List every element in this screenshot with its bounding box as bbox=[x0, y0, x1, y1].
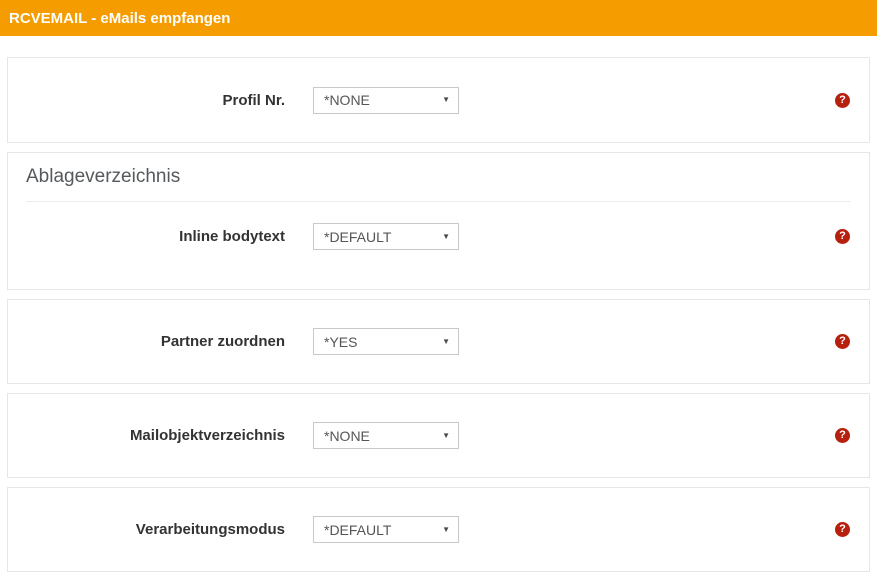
field-row-partner-zuordnen: Partner zuordnen *YES ▼ ? bbox=[8, 328, 869, 355]
partner-zuordnen-label: Partner zuordnen bbox=[8, 333, 285, 350]
partner-zuordnen-select[interactable]: *YES bbox=[313, 328, 459, 355]
panel-verarbeitungsmodus: Verarbeitungsmodus *DEFAULT ▼ ? bbox=[7, 487, 870, 572]
partner-zuordnen-select-wrap: *YES ▼ bbox=[313, 328, 459, 355]
section-title-ablageverzeichnis: Ablageverzeichnis bbox=[26, 166, 851, 202]
field-row-verarbeitungsmodus: Verarbeitungsmodus *DEFAULT ▼ ? bbox=[8, 516, 869, 543]
inline-bodytext-select[interactable]: *DEFAULT bbox=[313, 223, 459, 250]
panel-mailobjektverzeichnis: Mailobjektverzeichnis *NONE ▼ ? bbox=[7, 393, 870, 478]
panel-partner-zuordnen: Partner zuordnen *YES ▼ ? bbox=[7, 299, 870, 384]
help-icon-verarbeitungsmodus[interactable]: ? bbox=[835, 522, 850, 537]
help-icon-profil-nr[interactable]: ? bbox=[835, 93, 850, 108]
verarbeitungsmodus-label: Verarbeitungsmodus bbox=[8, 521, 285, 538]
header-bar: RCVEMAIL - eMails empfangen bbox=[0, 0, 877, 36]
page-title: RCVEMAIL - eMails empfangen bbox=[9, 10, 230, 27]
inline-bodytext-select-wrap: *DEFAULT ▼ bbox=[313, 223, 459, 250]
field-row-profil-nr: Profil Nr. *NONE ▼ ? bbox=[8, 87, 869, 114]
mailobjektverzeichnis-select-wrap: *NONE ▼ bbox=[313, 422, 459, 449]
verarbeitungsmodus-select-wrap: *DEFAULT ▼ bbox=[313, 516, 459, 543]
help-icon-partner-zuordnen[interactable]: ? bbox=[835, 334, 850, 349]
help-icon-inline-bodytext[interactable]: ? bbox=[835, 229, 850, 244]
inline-bodytext-label: Inline bodytext bbox=[8, 228, 285, 245]
form-content: Profil Nr. *NONE ▼ ? Ablageverzeichnis I… bbox=[0, 57, 877, 572]
profil-nr-select-wrap: *NONE ▼ bbox=[313, 87, 459, 114]
field-row-mailobjektverzeichnis: Mailobjektverzeichnis *NONE ▼ ? bbox=[8, 422, 869, 449]
profil-nr-select[interactable]: *NONE bbox=[313, 87, 459, 114]
panel-profil-nr: Profil Nr. *NONE ▼ ? bbox=[7, 57, 870, 143]
help-icon-mailobjektverzeichnis[interactable]: ? bbox=[835, 428, 850, 443]
panel-ablageverzeichnis: Ablageverzeichnis Inline bodytext *DEFAU… bbox=[7, 152, 870, 290]
field-row-inline-bodytext: Inline bodytext *DEFAULT ▼ ? bbox=[8, 223, 869, 250]
verarbeitungsmodus-select[interactable]: *DEFAULT bbox=[313, 516, 459, 543]
mailobjektverzeichnis-label: Mailobjektverzeichnis bbox=[8, 427, 285, 444]
profil-nr-label: Profil Nr. bbox=[8, 92, 285, 109]
mailobjektverzeichnis-select[interactable]: *NONE bbox=[313, 422, 459, 449]
